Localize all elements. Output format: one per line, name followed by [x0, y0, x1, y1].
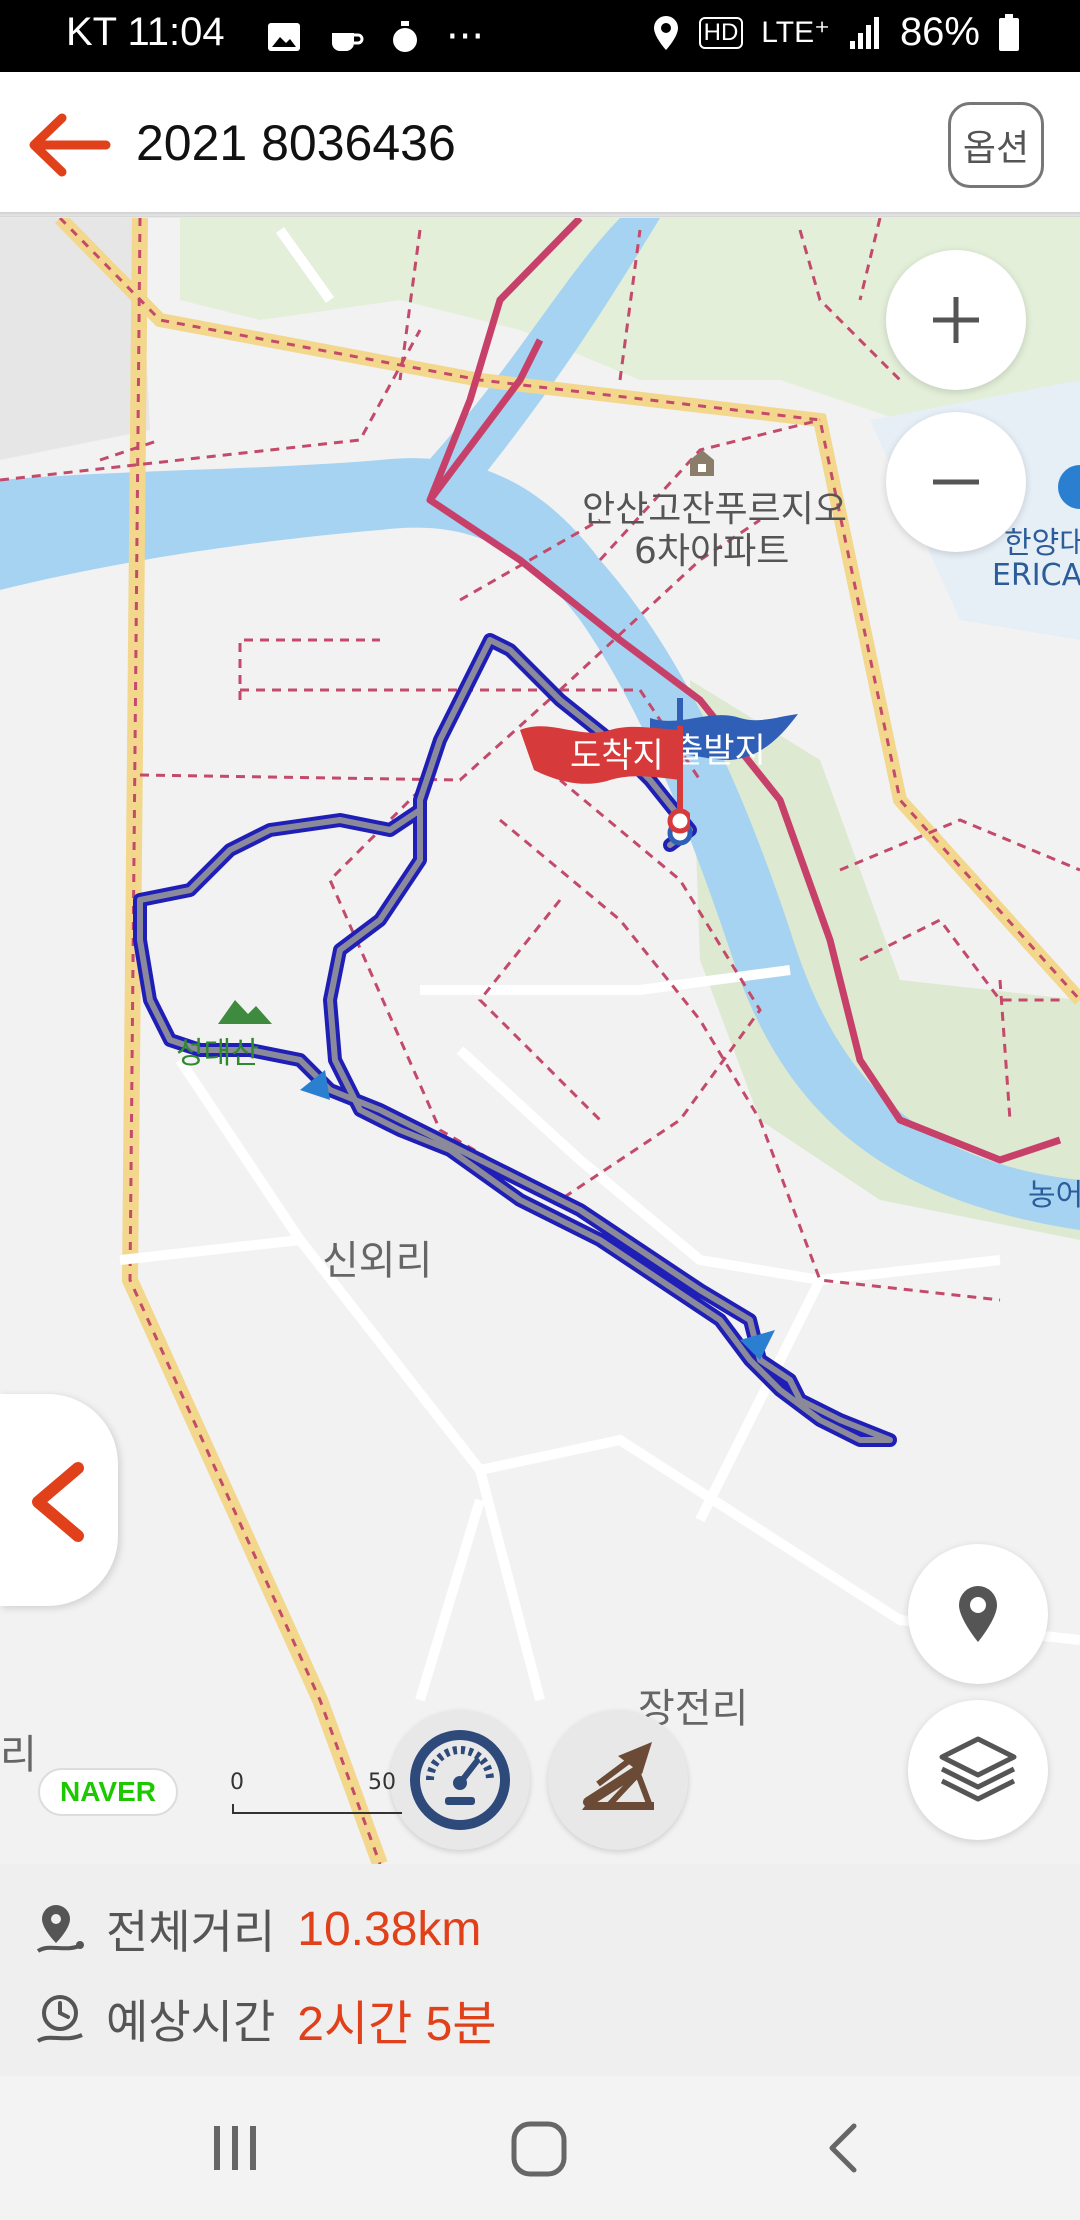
edge-label-left: 리: [0, 1732, 37, 1778]
my-location-button[interactable]: [908, 1544, 1048, 1684]
distance-value: 10.38km: [297, 1902, 482, 1956]
naver-logo: NAVER: [38, 1768, 178, 1816]
elevation-icon: [582, 1742, 654, 1810]
distance-pin-icon: [36, 1905, 84, 1953]
app-bar: 2021 8036436 옵션: [0, 72, 1080, 217]
apartment-label-2: 6차아파트: [634, 531, 790, 572]
village-label-sinoeri: 신외리: [322, 1238, 433, 1284]
time-label: 예상시간: [106, 1995, 276, 2049]
time-clock-icon: [36, 1995, 83, 2043]
network-type: LTE⁺: [761, 16, 830, 49]
building-icon: [690, 450, 714, 476]
edge-label-right: 농어: [1028, 1178, 1080, 1213]
timer-icon: [393, 21, 417, 52]
zoom-out-button[interactable]: [886, 412, 1026, 552]
university-label-2: ERICA: [992, 558, 1080, 593]
route-info-panel: 전체거리 10.38km 예상시간 2시간 5분: [0, 1864, 1080, 2076]
status-bar: KT 11:04 ··· HD LTE⁺ 86%: [0, 0, 1080, 72]
distance-row: 전체거리 10.38km: [34, 1896, 481, 1962]
arrival-flag-label: 도착지: [570, 736, 664, 776]
elevation-button[interactable]: [548, 1710, 688, 1850]
distance-label: 전체거리: [106, 1905, 276, 1959]
battery-icon: [999, 13, 1019, 51]
time-value: 2시간 5분: [297, 1998, 497, 2051]
option-button[interactable]: 옵션: [948, 102, 1044, 188]
signal-icon: [849, 16, 879, 49]
chevron-left-icon: [32, 1462, 84, 1542]
system-nav-bar: [0, 2076, 1080, 2220]
location-icon: [653, 15, 678, 50]
zoom-in-button[interactable]: [886, 250, 1026, 390]
coffee-icon: [332, 33, 364, 51]
scale-bar: [232, 1804, 402, 1814]
university-label-1: 한양대: [1004, 526, 1080, 561]
carrier-time: KT 11:04: [66, 10, 225, 54]
map-layers-button[interactable]: [908, 1700, 1048, 1840]
back-arrow-icon[interactable]: [22, 110, 112, 180]
battery-level: 86%: [899, 10, 980, 54]
hd-badge: HD: [698, 16, 744, 49]
speedometer-icon: [410, 1730, 510, 1830]
side-panel-toggle[interactable]: [0, 1394, 118, 1606]
layers-icon: [939, 1736, 1017, 1802]
notification-icons: ···: [266, 14, 484, 60]
time-row: 예상시간 2시간 5분: [34, 1984, 497, 2054]
mountain-label: 성대산: [176, 1036, 259, 1071]
page-title: 2021 8036436: [136, 115, 456, 171]
nav-back-icon[interactable]: [820, 2116, 864, 2180]
scale-end: 50: [368, 1770, 396, 1795]
more-dots: ···: [446, 14, 485, 60]
speed-button[interactable]: [390, 1710, 530, 1850]
scale-start: 0: [230, 1770, 244, 1795]
map-view[interactable]: 출발지 도착지 안산고잔푸르지오 6차아파트 한양대 ERICA 신외리 장전리…: [0, 218, 1080, 1864]
gallery-icon: [268, 23, 300, 51]
home-icon[interactable]: [508, 2116, 572, 2180]
minus-icon: [933, 479, 979, 485]
recent-apps-icon[interactable]: [210, 2116, 260, 2180]
plus-icon: [933, 297, 979, 343]
location-pin-icon: [959, 1586, 997, 1642]
mountain-icon: [218, 1000, 272, 1024]
